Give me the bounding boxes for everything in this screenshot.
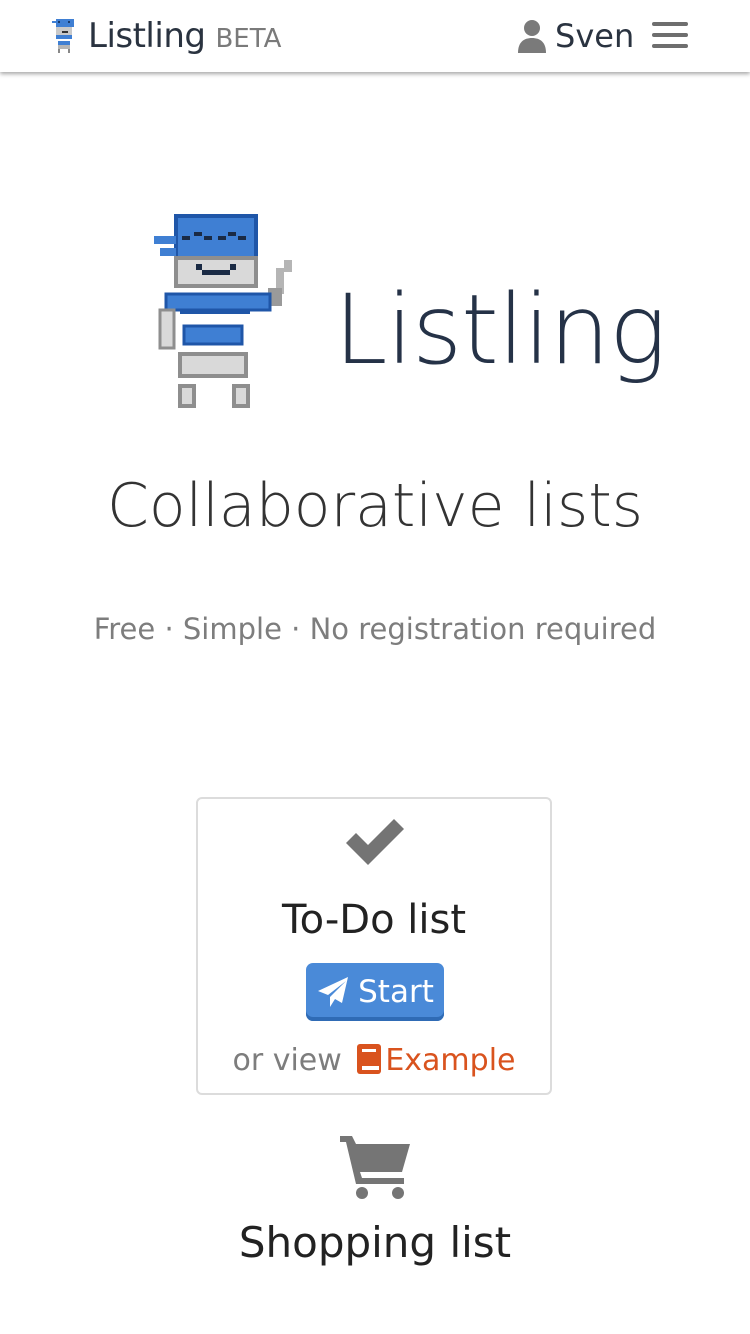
todo-list-card: To-Do list Start or view Example <box>196 797 552 1095</box>
example-link[interactable]: Example <box>351 1043 516 1078</box>
user-menu-button[interactable]: Sven <box>517 14 634 58</box>
brand-name: Listling <box>88 16 206 56</box>
hamburger-menu-icon[interactable] <box>652 22 688 52</box>
start-button-label: Start <box>358 974 434 1010</box>
top-navbar: Listling BETA Sven <box>0 0 750 72</box>
shopping-list-title: Shopping list <box>238 1218 512 1267</box>
checkmark-icon <box>346 819 404 865</box>
user-name: Sven <box>555 17 635 55</box>
start-todo-button[interactable]: Start <box>306 963 444 1021</box>
example-label: Example <box>385 1043 516 1078</box>
tagline: Collaborative lists <box>106 471 643 541</box>
beta-badge: BETA <box>215 24 282 54</box>
hero-title: Listling <box>334 274 667 386</box>
cart-icon <box>340 1136 410 1199</box>
robot-logo-icon <box>52 19 74 53</box>
brand-link[interactable]: Listling BETA <box>52 14 281 58</box>
paper-plane-icon <box>318 977 349 1007</box>
robot-mascot-icon <box>154 214 292 408</box>
user-icon <box>518 20 546 53</box>
or-view-text: or view <box>232 1043 342 1078</box>
example-row: or view Example <box>198 1043 550 1078</box>
book-icon <box>357 1044 382 1074</box>
todo-list-title: To-Do list <box>281 897 467 943</box>
feature-summary: Free · Simple · No registration required <box>93 612 657 646</box>
